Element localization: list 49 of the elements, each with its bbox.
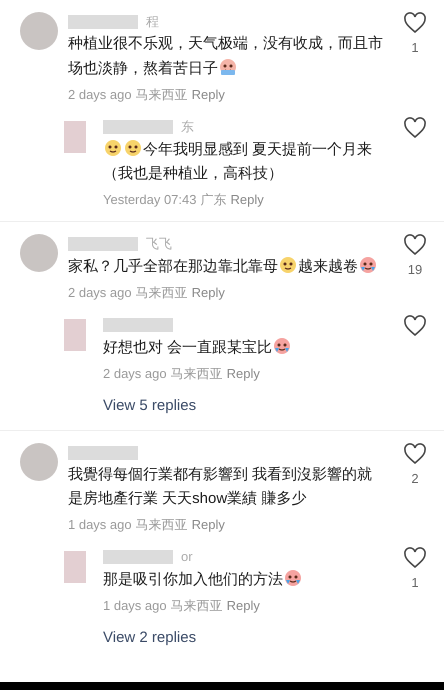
username[interactable]: 飞飞: [146, 234, 172, 254]
comment-text: 种植业很不乐观，天气极端，没有收成，而且市场也淡静，熬着苦日子: [68, 34, 384, 79]
username[interactable]: 东: [181, 116, 194, 136]
location: 马来西亚: [136, 86, 188, 104]
reply-link[interactable]: Reply: [226, 364, 260, 383]
like-button[interactable]: [403, 314, 427, 336]
like-button[interactable]: [403, 12, 427, 34]
blurred-username: [103, 550, 173, 564]
like-button[interactable]: [403, 443, 427, 465]
username[interactable]: or: [181, 546, 193, 566]
timestamp: 2 days ago: [103, 364, 167, 383]
blurred-username: [68, 237, 138, 251]
like-count: 1: [411, 39, 419, 57]
view-replies-link[interactable]: View 2 replies: [103, 627, 196, 650]
comment-text: 那是吸引你加入他们的方法: [103, 566, 386, 592]
reply-link[interactable]: Reply: [192, 515, 225, 534]
location: 马来西亚: [136, 284, 188, 302]
location: 马来西亚: [170, 364, 223, 382]
comment-text: 今年我明显感到 夏天提前一个月来（我也是种植业，高科技）: [103, 136, 386, 186]
blurred-username: [103, 318, 173, 332]
comment-text: 家私？几乎全部在那边靠北靠母 越来越卷: [68, 254, 386, 279]
like-count: 19: [408, 261, 422, 279]
blurred-username: [68, 446, 138, 460]
timestamp: Yesterday 07:43: [103, 190, 196, 209]
comment-text: 我覺得每個行業都有影響到 我看到沒影響的就是房地產行業 天天show業績 賺多少: [68, 465, 374, 509]
emoji-icon: [278, 254, 298, 274]
timestamp: 2 days ago: [68, 284, 132, 302]
comment-text: 好想也对 会一直跟某宝比: [103, 334, 386, 360]
reply-link[interactable]: Reply: [192, 85, 225, 104]
username[interactable]: 程: [146, 12, 159, 32]
like-count: 1: [411, 574, 419, 592]
location: 广东: [200, 190, 226, 208]
reply-link[interactable]: Reply: [230, 190, 264, 209]
emoji-icon: [218, 56, 238, 76]
like-button[interactable]: [403, 116, 427, 138]
view-replies-link[interactable]: View 5 replies: [103, 395, 196, 418]
timestamp: 1 days ago: [103, 596, 167, 615]
like-count: 2: [411, 470, 419, 488]
like-button[interactable]: [403, 234, 427, 256]
emoji-icon: [358, 254, 378, 274]
location: 马来西亚: [170, 596, 223, 614]
location: 马来西亚: [136, 516, 188, 534]
blurred-username: [103, 120, 173, 134]
blurred-username: [68, 15, 138, 29]
reply-link[interactable]: Reply: [226, 596, 260, 615]
like-button[interactable]: [403, 546, 427, 568]
timestamp: 1 days ago: [68, 516, 132, 534]
reply-link[interactable]: Reply: [192, 283, 225, 302]
timestamp: 2 days ago: [68, 86, 132, 104]
